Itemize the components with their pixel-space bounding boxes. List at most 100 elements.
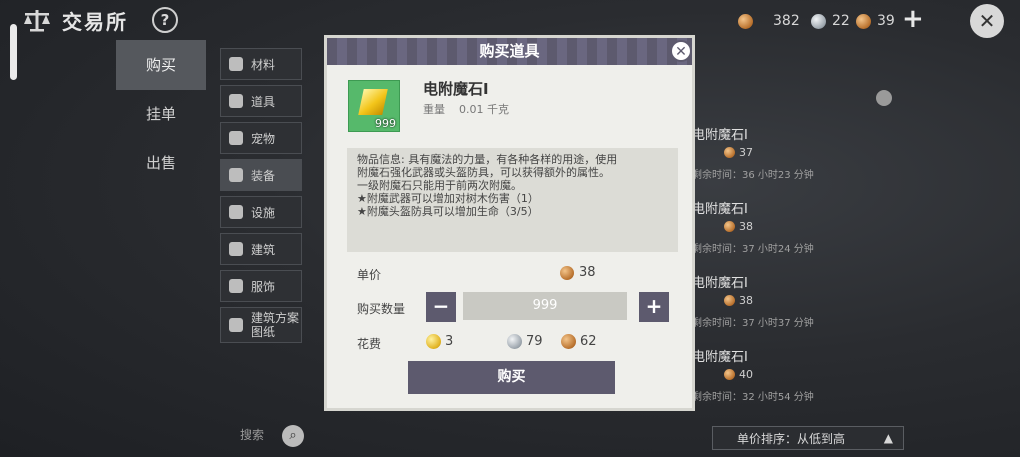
cost-label: 花费 [357, 337, 382, 351]
category-pets[interactable]: 宠物 [220, 122, 302, 154]
listing-time: 剩余时间：37 小时24 分钟 [692, 244, 814, 255]
listing-price-value: 38 [739, 220, 753, 233]
bronze-coin-icon [724, 147, 735, 158]
bronze-coin-icon [724, 295, 735, 306]
listing-row[interactable]: 电附魔石I 37 剩余时间：36 小时23 分钟 [692, 118, 892, 184]
category-equipment[interactable]: 装备 [220, 159, 302, 191]
description-line: 一级附魔石只能用于前两次附魔。 [357, 179, 522, 192]
listing-price: 38 [724, 220, 753, 233]
listing-row[interactable]: 电附魔石I 40 剩余时间：32 小时54 分钟 [692, 340, 892, 406]
currency-value: 39 [877, 13, 895, 29]
category-label: 装备 [251, 168, 276, 183]
bronze-coin-icon [724, 221, 735, 232]
currency-bronze-2: 39 [856, 12, 895, 30]
materials-icon [229, 57, 243, 71]
currency-silver: 22 [811, 12, 850, 30]
item-description: 物品信息: 具有魔法的力量，有各种各样的用途，使用 附魔石强化武器或头盔防具，可… [347, 148, 678, 252]
close-button[interactable]: ✕ [970, 4, 1004, 38]
unit-price-label: 单价 [357, 268, 382, 282]
tab-buy[interactable]: 购买 [116, 40, 206, 90]
description-line: ★附魔头盔防具可以增加生命（3/5） [357, 205, 539, 218]
listing-name: 电附魔石I [692, 350, 748, 365]
listing-row[interactable]: 电附魔石I 38 剩余时间：37 小时24 分钟 [692, 192, 892, 258]
bronze-coin-icon [561, 334, 576, 349]
silver-coin-icon [507, 334, 522, 349]
description-line: ★附魔武器可以增加对树木伤害（1） [357, 192, 539, 205]
search-label: 搜索 [240, 428, 265, 442]
dialog-close-button[interactable]: ✕ [670, 40, 692, 62]
listing-row[interactable]: 电附魔石I 38 剩余时间：37 小时37 分钟 [692, 266, 892, 332]
category-label: 宠物 [251, 131, 276, 146]
sort-dropdown[interactable]: 单价排序：从低到高 ▲ [712, 426, 904, 450]
cost-value: 62 [580, 334, 597, 349]
refresh-icon[interactable] [876, 90, 892, 106]
listing-time: 剩余时间：32 小时54 分钟 [692, 392, 814, 403]
top-bar: 交易所 ? 382 22 39 + ✕ [0, 0, 1020, 40]
close-icon: ✕ [675, 44, 687, 60]
listing-price-value: 38 [739, 294, 753, 307]
side-scrollbar[interactable] [10, 24, 17, 80]
listing-price: 37 [724, 146, 753, 159]
bronze-coin-icon [856, 13, 871, 29]
listing-price: 40 [724, 368, 753, 381]
weight-label: 重量 [423, 103, 445, 116]
search-button[interactable]: ⌕ [282, 425, 304, 447]
scale-icon [24, 10, 50, 32]
facility-icon [229, 205, 243, 219]
category-clothing[interactable]: 服饰 [220, 270, 302, 302]
add-currency-button[interactable]: + [902, 6, 924, 32]
tab-sell[interactable]: 出售 [116, 138, 206, 188]
quantity-decrease-button[interactable]: − [426, 292, 456, 322]
description-line: 附魔石强化武器或头盔防具，可以获得额外的属性。 [357, 166, 610, 179]
buy-button[interactable]: 购买 [408, 361, 615, 394]
blueprint-icon [229, 318, 243, 332]
cost-silver: 79 [507, 334, 543, 349]
category-items[interactable]: 道具 [220, 85, 302, 117]
category-blueprints[interactable]: 建筑方案图纸 [220, 307, 302, 343]
category-materials[interactable]: 材料 [220, 48, 302, 80]
category-label: 服饰 [251, 279, 276, 294]
help-button[interactable]: ? [152, 7, 178, 33]
category-label: 设施 [251, 205, 276, 220]
cost-value: 3 [445, 334, 454, 349]
potion-icon [229, 94, 243, 108]
weight-value: 0.01 千克 [459, 103, 509, 116]
tab-listing[interactable]: 挂单 [116, 89, 206, 139]
search-icon: ⌕ [289, 428, 297, 443]
description-line: 物品信息: 具有魔法的力量，有各种各样的用途，使用 [357, 153, 618, 166]
currency-value: 22 [832, 13, 850, 29]
currency-bronze: 382 [738, 12, 800, 30]
item-name: 电附魔石I [423, 80, 489, 98]
currency-value: 382 [773, 13, 800, 29]
silver-coin-icon [811, 13, 826, 29]
crystal-icon [358, 89, 388, 115]
cost-value: 79 [526, 334, 543, 349]
unit-price: 38 [560, 265, 596, 280]
listing-price-value: 40 [739, 368, 753, 381]
equipment-icon [229, 168, 243, 182]
category-label: 建筑方案图纸 [251, 311, 300, 339]
clothing-icon [229, 279, 243, 293]
item-thumbnail: 999 [348, 80, 400, 132]
category-facilities[interactable]: 设施 [220, 196, 302, 228]
listing-name: 电附魔石I [692, 202, 748, 217]
cost-bronze: 62 [561, 334, 597, 349]
dialog-title: 购买道具 [479, 42, 540, 60]
bronze-coin-icon [738, 13, 753, 29]
category-buildings[interactable]: 建筑 [220, 233, 302, 265]
quantity-label: 购买数量 [357, 302, 406, 316]
category-label: 道具 [251, 94, 276, 109]
listing-price-value: 37 [739, 146, 753, 159]
listing-time: 剩余时间：36 小时23 分钟 [692, 170, 814, 181]
bronze-coin-icon [560, 265, 574, 280]
quantity-increase-button[interactable]: + [639, 292, 669, 322]
sort-label: 单价排序：从低到高 [737, 431, 846, 446]
unit-price-value: 38 [579, 265, 596, 280]
cost-gold: 3 [426, 334, 453, 349]
listing-price: 38 [724, 294, 753, 307]
listing-time: 剩余时间：37 小时37 分钟 [692, 318, 814, 329]
bronze-coin-icon [724, 369, 735, 380]
building-icon [229, 242, 243, 256]
quantity-input[interactable]: 999 [463, 292, 627, 320]
gold-coin-icon [426, 334, 441, 349]
